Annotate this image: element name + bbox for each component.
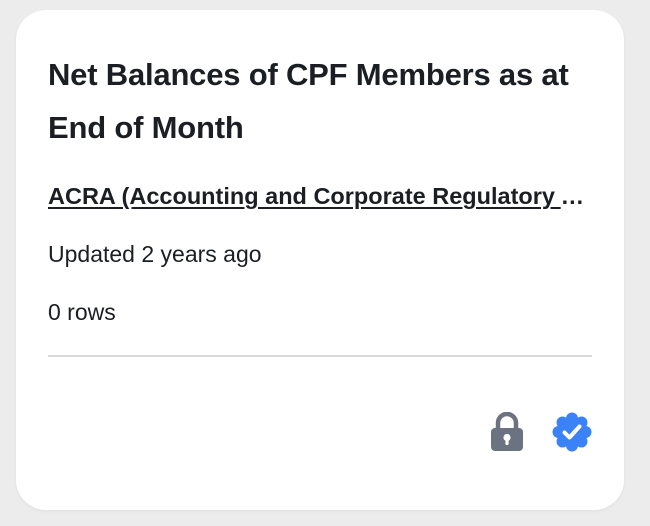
verified-badge-icon: [552, 412, 592, 452]
dataset-title[interactable]: Net Balances of CPF Members as at End of…: [48, 48, 598, 154]
lock-icon: [491, 412, 523, 451]
divider: [48, 355, 592, 357]
row-count: 0 rows: [48, 299, 116, 325]
updated-text: Updated 2 years ago: [48, 241, 262, 267]
card-footer-icons: [490, 412, 592, 452]
dataset-card[interactable]: Net Balances of CPF Members as at End of…: [16, 10, 624, 510]
publisher-link[interactable]: ACRA (Accounting and Corporate Regulator…: [48, 180, 592, 212]
